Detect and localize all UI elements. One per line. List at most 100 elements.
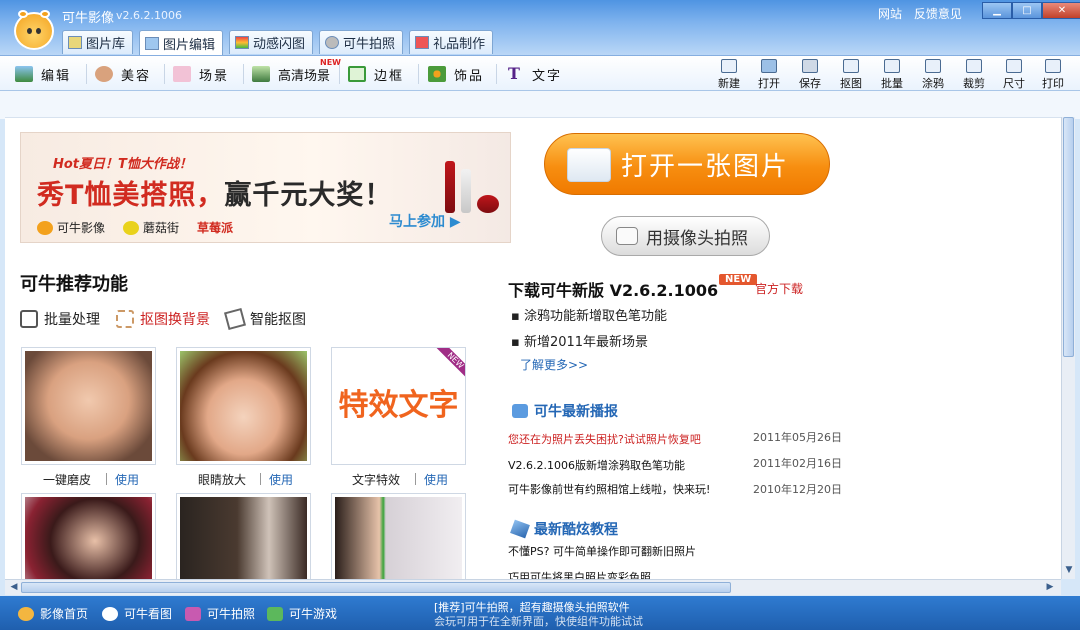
tab-flash[interactable]: 动感闪图	[229, 30, 314, 54]
vertical-scroll-thumb[interactable]	[1063, 117, 1074, 357]
resize-icon	[1006, 59, 1022, 73]
feature-label-eye-enlarge: 眼睛放大	[198, 473, 247, 487]
feature-thumb-text-effect[interactable]: 特效文字 NEW	[331, 347, 466, 465]
learn-more-link[interactable]: 了解更多>>	[520, 356, 588, 373]
horizontal-scrollbar[interactable]: ◀ ▶	[5, 579, 1061, 595]
image-edit-icon	[145, 36, 160, 50]
batch-process-link[interactable]: 批量处理	[20, 309, 100, 329]
tutorial-item[interactable]: 不懂PS? 可牛简单操作即可翻新旧照片	[508, 543, 696, 559]
promo-headline: 秀T恤美搭照，赢千元大奖！	[37, 180, 393, 211]
product-bottle-icon	[445, 161, 455, 213]
divider	[86, 64, 87, 84]
doodle-button[interactable]: 涂鸦	[915, 59, 951, 91]
horizontal-scroll-thumb[interactable]	[21, 582, 731, 593]
batch-button[interactable]: 批量	[874, 59, 910, 91]
feature-label-text-effect: 文字特效	[352, 473, 401, 487]
product-bottle-icon	[461, 169, 471, 213]
main-tabs: 图片库 图片编辑 动感闪图 可牛拍照 礼品制作	[62, 30, 499, 55]
feature-thumb-scene[interactable]	[21, 493, 156, 579]
use-smoothing-link[interactable]: 使用	[115, 471, 139, 488]
official-download-link[interactable]: 官方下载	[755, 280, 803, 297]
home-icon	[18, 606, 34, 621]
tool-accessory[interactable]: 饰品	[428, 64, 484, 84]
brand-caomeipai: 草莓派	[197, 221, 234, 235]
camera-icon	[185, 606, 201, 621]
tool-beauty[interactable]: 美容	[95, 64, 151, 84]
cutout-icon	[843, 59, 859, 73]
camera-capture-button[interactable]: 用摄像头拍照	[601, 216, 770, 256]
product-jar-icon	[477, 195, 499, 213]
scroll-left-arrow-icon[interactable]: ◀	[7, 580, 21, 594]
website-link[interactable]: 网站	[878, 7, 902, 21]
feature-thumb-eye-enlarge[interactable]	[176, 347, 311, 465]
promo-banner[interactable]: Hot夏日！T恤大作战！ 秀T恤美搭照，赢千元大奖！ 可牛影像 蘑菇街 草莓派 …	[20, 132, 511, 243]
status-bar: 影像首页 可牛看图 可牛拍照 可牛游戏 [推荐]可牛拍照，超有趣摄像头拍照软件 …	[0, 596, 1080, 630]
news-item[interactable]: 您还在为照片丢失困扰?试试照片恢复吧	[508, 431, 701, 447]
toolbar: 编辑 美容 场景 高清场景 NEW 边框 饰品 T 文字 新建 打开 保存 抠图 批…	[0, 55, 1080, 91]
divider	[106, 473, 107, 485]
save-button[interactable]: 保存	[792, 59, 828, 91]
open-image-button[interactable]: 打开一张图片	[544, 133, 830, 195]
minimize-button[interactable]: ▁	[982, 2, 1012, 19]
tab-gift[interactable]: 礼品制作	[409, 30, 494, 54]
cube-icon	[510, 519, 530, 539]
close-button[interactable]: ✕	[1042, 2, 1080, 19]
ticker-line: 会玩可用于在全新界面，快使组件功能试试	[434, 615, 643, 628]
smart-cutout-icon	[223, 307, 247, 331]
save-icon	[802, 59, 818, 73]
library-icon	[68, 36, 82, 49]
tab-camera[interactable]: 可牛拍照	[319, 30, 404, 54]
use-text-effect-link[interactable]: 使用	[424, 471, 448, 488]
print-button[interactable]: 打印	[1035, 59, 1071, 91]
feature-thumb-cutout[interactable]	[331, 493, 466, 579]
promo-join-link[interactable]: 马上参加 ▶	[389, 211, 461, 231]
brand-kanu: 可牛影像	[37, 219, 105, 236]
scroll-right-arrow-icon[interactable]: ▶	[1043, 580, 1057, 594]
news-item[interactable]: V2.6.2.1006版新增涂鸦取色笔功能	[508, 457, 685, 473]
scroll-down-arrow-icon[interactable]: ▼	[1062, 563, 1076, 577]
edit-icon	[15, 66, 33, 82]
feature-thumb-wedding[interactable]	[176, 493, 311, 579]
open-button[interactable]: 打开	[751, 59, 787, 91]
tool-edit[interactable]: 编辑	[15, 64, 71, 84]
brand-mogujie: 蘑菇街	[123, 219, 179, 236]
news-date: 2011年02月16日	[753, 457, 842, 470]
download-feature-item: ▪ 涂鸦功能新增取色笔功能	[511, 309, 667, 324]
use-eye-enlarge-link[interactable]: 使用	[269, 471, 293, 488]
crop-button[interactable]: 裁剪	[956, 59, 992, 91]
resize-button[interactable]: 尺寸	[996, 59, 1032, 91]
news-ticker[interactable]: [推荐]可牛拍照，超有趣摄像头拍照软件 会玩可用于在全新界面，快使组件功能试试	[434, 601, 643, 629]
tutorial-item[interactable]: 巧用可牛将黑白照片变彩色照	[508, 569, 651, 579]
text-effect-art: 特效文字	[338, 351, 459, 461]
news-section-title: 可牛最新播报	[512, 401, 618, 421]
mogujie-logo-icon	[123, 220, 140, 235]
new-badge: NEW	[320, 58, 341, 67]
nav-camera[interactable]: 可牛拍照	[185, 605, 255, 622]
vertical-scrollbar[interactable]: ▼	[1061, 117, 1075, 579]
tool-frame[interactable]: 边框	[348, 64, 404, 84]
scissors-icon	[116, 310, 134, 328]
beauty-icon	[95, 66, 113, 82]
tab-image-edit[interactable]: 图片编辑	[139, 30, 224, 55]
feature-label-smoothing: 一键磨皮	[43, 473, 92, 487]
viewer-icon	[102, 606, 118, 621]
divider	[418, 64, 419, 84]
cutout-button[interactable]: 抠图	[833, 59, 869, 91]
scene-icon	[173, 66, 191, 82]
tool-scene[interactable]: 场景	[173, 64, 229, 84]
smart-cutout-link[interactable]: 智能抠图	[223, 307, 306, 331]
feedback-link[interactable]: 反馈意见	[914, 7, 962, 21]
feature-thumb-smoothing[interactable]	[21, 347, 156, 465]
tab-library[interactable]: 图片库	[62, 30, 134, 54]
news-item[interactable]: 可牛影像前世有约照相馆上线啦，快来玩!	[508, 481, 710, 497]
frame-icon	[348, 66, 366, 82]
nav-game[interactable]: 可牛游戏	[267, 605, 337, 622]
tool-hd-scene[interactable]: 高清场景 NEW	[252, 58, 341, 84]
tool-text[interactable]: T 文字	[506, 64, 562, 84]
promo-hot-text: Hot夏日！T恤大作战！	[53, 157, 192, 172]
cutout-background-link[interactable]: 抠图换背景	[116, 309, 210, 329]
maximize-button[interactable]: □	[1012, 2, 1042, 19]
nav-viewer[interactable]: 可牛看图	[102, 605, 172, 622]
nav-home[interactable]: 影像首页	[18, 605, 88, 622]
new-button[interactable]: 新建	[711, 59, 747, 91]
